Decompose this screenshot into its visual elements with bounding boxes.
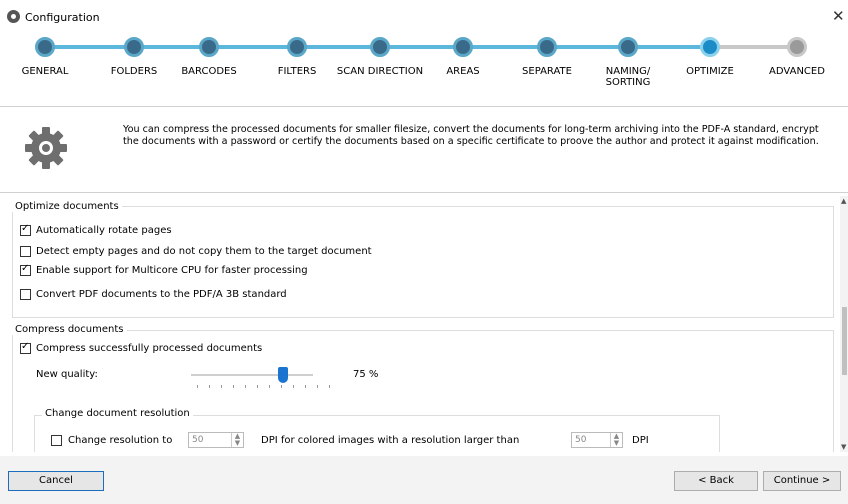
- scrollbar-thumb[interactable]: [842, 307, 847, 375]
- step-dot-scan-direction[interactable]: [370, 37, 390, 57]
- slider-tick: [245, 385, 246, 388]
- window-title: Configuration: [25, 11, 100, 24]
- change-resolution-label: Change resolution to: [68, 435, 173, 446]
- slider-tick: [281, 385, 282, 388]
- step-dot-barcodes[interactable]: [199, 37, 219, 57]
- multicore-checkbox[interactable]: [20, 263, 31, 276]
- settings-scroll-area[interactable]: Optimize documents Automatically rotate …: [8, 196, 834, 452]
- optimize-group-title: Optimize documents: [12, 201, 122, 212]
- pdfa-checkbox[interactable]: [20, 289, 31, 300]
- step-label[interactable]: ADVANCED: [752, 66, 842, 77]
- step-connector: [471, 45, 539, 49]
- step-label[interactable]: SEPARATE: [502, 66, 592, 77]
- divider: [0, 106, 848, 107]
- step-connector: [388, 45, 455, 49]
- slider-tick: [233, 385, 234, 388]
- step-dot-filters[interactable]: [287, 37, 307, 57]
- resolution-value: 50: [192, 435, 204, 445]
- continue-button[interactable]: Continue >: [763, 471, 841, 491]
- step-label[interactable]: GENERAL: [0, 66, 90, 77]
- step-dot-naming-sorting[interactable]: [618, 37, 638, 57]
- compress-group-title: Compress documents: [12, 324, 127, 335]
- quality-label: New quality:: [36, 369, 98, 380]
- step-connector: [305, 45, 372, 49]
- resolution-spinner[interactable]: 50 ▲ ▼: [188, 432, 244, 448]
- wizard-steps: GENERAL FOLDERS BARCODES FILTERS SCAN DIRECT…: [0, 30, 848, 96]
- close-icon[interactable]: ✕: [832, 7, 845, 25]
- resolution-group-title: Change document resolution: [42, 408, 193, 419]
- scroll-up-icon[interactable]: ▲: [841, 197, 846, 205]
- slider-tick: [317, 385, 318, 388]
- step-dot-areas[interactable]: [453, 37, 473, 57]
- footer: Cancel < Back Continue >: [0, 456, 848, 504]
- slider-tick: [329, 385, 330, 388]
- threshold-spinner[interactable]: 50 ▲ ▼: [571, 432, 623, 448]
- cancel-button[interactable]: Cancel: [8, 471, 104, 491]
- pdfa-label: Convert PDF documents to the PDF/A 3B st…: [36, 289, 287, 300]
- detect-empty-pages-label: Detect empty pages and do not copy them …: [36, 246, 372, 257]
- compress-label: Compress successfully processed document…: [36, 343, 263, 354]
- slider-tick: [293, 385, 294, 388]
- step-connector: [718, 45, 789, 49]
- slider-tick: [257, 385, 258, 388]
- optimize-group: [12, 206, 834, 318]
- auto-rotate-checkbox[interactable]: [20, 223, 31, 236]
- auto-rotate-label: Automatically rotate pages: [36, 225, 172, 236]
- multicore-label: Enable support for Multicore CPU for fas…: [36, 265, 308, 276]
- scroll-down-icon[interactable]: ▼: [841, 443, 846, 451]
- back-button[interactable]: < Back: [674, 471, 758, 491]
- step-label[interactable]: OPTIMIZE: [665, 66, 755, 77]
- step-label[interactable]: FILTERS: [252, 66, 342, 77]
- quality-slider-ticks: [197, 385, 333, 389]
- page-description: You can compress the processed documents…: [123, 124, 819, 147]
- step-connector: [636, 45, 702, 49]
- step-label[interactable]: BARCODES: [164, 66, 254, 77]
- quality-value: 75 %: [353, 369, 379, 380]
- threshold-value: 50: [575, 435, 587, 445]
- quality-slider-thumb[interactable]: [277, 367, 288, 383]
- step-dot-separate[interactable]: [537, 37, 557, 57]
- change-resolution-checkbox[interactable]: [51, 435, 62, 446]
- gear-icon: [25, 127, 67, 169]
- step-label[interactable]: SCAN DIRECTION: [335, 66, 425, 77]
- step-connector: [142, 45, 201, 49]
- step-connector: [555, 45, 620, 49]
- step-dot-folders[interactable]: [124, 37, 144, 57]
- slider-tick: [305, 385, 306, 388]
- step-connector: [53, 45, 126, 49]
- step-dot-advanced[interactable]: [787, 37, 807, 57]
- title-bar: Configuration ✕: [0, 0, 848, 30]
- step-label[interactable]: NAMING/ SORTING: [583, 66, 673, 88]
- divider: [0, 192, 848, 193]
- threshold-unit: DPI: [632, 435, 649, 446]
- step-connector: [217, 45, 289, 49]
- spin-arrows-icon[interactable]: ▲ ▼: [610, 433, 622, 447]
- slider-tick: [269, 385, 270, 388]
- compress-checkbox[interactable]: [20, 341, 31, 354]
- detect-empty-pages-checkbox[interactable]: [20, 246, 31, 257]
- slider-tick: [221, 385, 222, 388]
- slider-tick: [197, 385, 198, 388]
- resolution-condition-text: DPI for colored images with a resolution…: [261, 435, 520, 446]
- step-label[interactable]: AREAS: [418, 66, 508, 77]
- gear-app-icon: [7, 10, 20, 23]
- slider-tick: [209, 385, 210, 388]
- quality-slider-track[interactable]: [191, 374, 313, 376]
- step-dot-optimize[interactable]: [700, 37, 720, 57]
- spin-arrows-icon[interactable]: ▲ ▼: [231, 433, 243, 447]
- step-dot-general[interactable]: [35, 37, 55, 57]
